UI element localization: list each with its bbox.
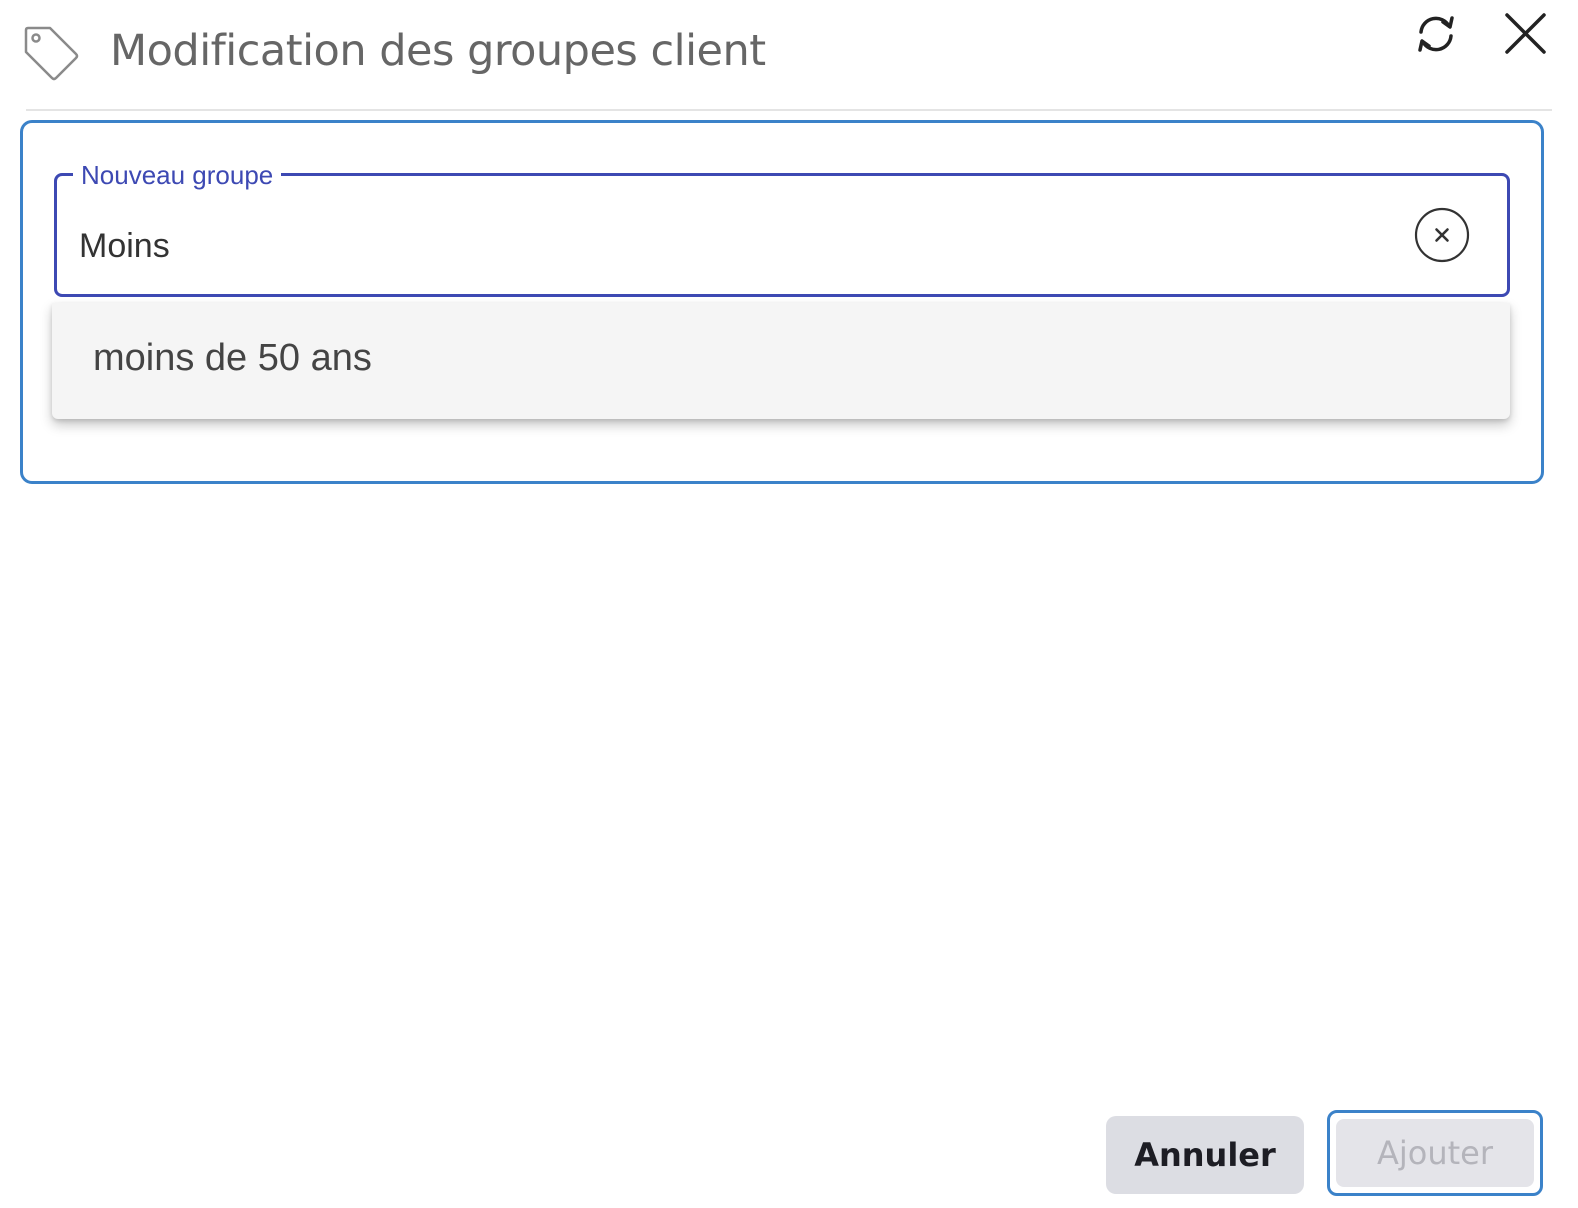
form-panel: Nouveau groupe moins de 50 ans — [20, 120, 1544, 484]
new-group-input[interactable] — [79, 220, 1379, 272]
suggestion-option[interactable]: moins de 50 ans — [93, 337, 372, 380]
dialog-header: Modification des groupes client — [0, 0, 1578, 112]
page-title: Modification des groupes client — [110, 26, 766, 76]
new-group-label: Nouveau groupe — [73, 160, 282, 190]
new-group-field: Nouveau groupe — [54, 160, 1510, 297]
close-icon[interactable] — [1498, 6, 1554, 62]
suggestion-dropdown: moins de 50 ans — [52, 303, 1510, 419]
add-button[interactable]: Ajouter — [1336, 1119, 1534, 1187]
cancel-button[interactable]: Annuler — [1106, 1116, 1304, 1194]
clear-circle-x-icon[interactable] — [1413, 206, 1471, 264]
refresh-icon[interactable] — [1408, 6, 1464, 62]
add-button-focus-ring: Ajouter — [1327, 1110, 1543, 1196]
header-divider — [26, 109, 1552, 111]
tag-icon — [24, 26, 79, 81]
